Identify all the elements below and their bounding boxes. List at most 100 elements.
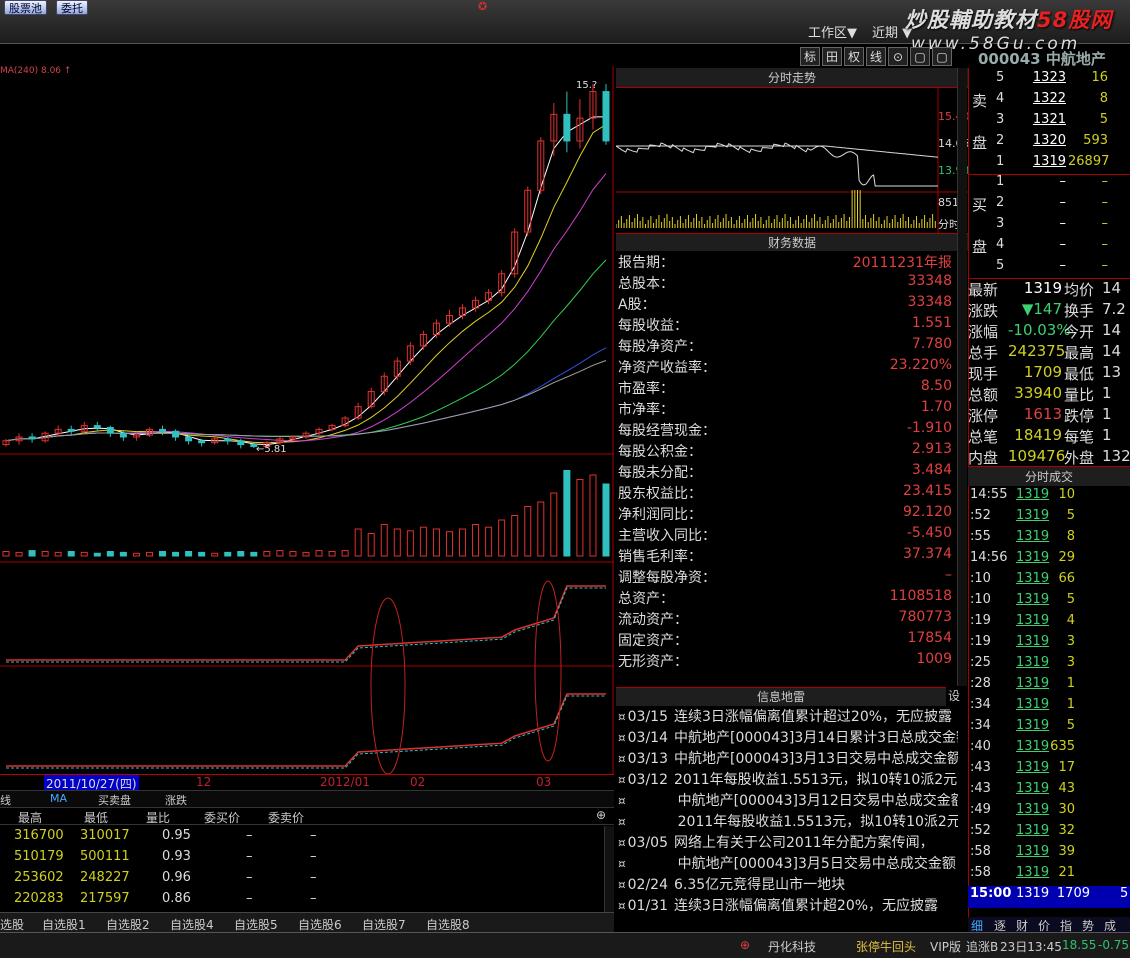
tab-orderbook[interactable]: 买卖盘	[98, 792, 131, 808]
trade-row[interactable]: :58 1319 21	[968, 865, 1130, 886]
col-bid: 委买价	[204, 811, 241, 825]
table-row[interactable]: 220283 217597 0.86 – –	[0, 891, 600, 912]
buy-level[interactable]: 4 – –	[968, 237, 1130, 258]
finance-label: 调整每股净资：	[618, 570, 716, 586]
tool-mark[interactable]: 标	[800, 47, 820, 66]
cell-ask: –	[310, 891, 317, 906]
finance-label: 固定资产：	[618, 633, 688, 649]
info-item[interactable]: ¤ 03/15 连续3日涨幅偏离值累计超过20%，无应披露	[618, 706, 958, 727]
quote-value: 7.2	[1102, 300, 1126, 318]
trade-row[interactable]: :43 1319 43	[968, 781, 1130, 802]
info-item[interactable]: ¤ 02/24 6.35亿元竞得昆山市一地块	[618, 874, 958, 895]
volume-bar	[563, 470, 571, 557]
tool-line[interactable]: 线	[866, 47, 886, 66]
quote-row: 总笔 18419 每笔 1	[968, 426, 1130, 447]
tool-grid[interactable]: 田	[822, 47, 842, 66]
table-row[interactable]: 510179 500111 0.93 – –	[0, 849, 600, 870]
trade-row[interactable]: :52 1319 32	[968, 823, 1130, 844]
trade-time: :55	[970, 529, 991, 544]
info-item[interactable]: ¤ 中航地产[000043]3月12日交易中总成交金额	[618, 790, 958, 811]
tool-window-a[interactable]: ▢	[910, 47, 930, 66]
finance-scrollbar[interactable]	[957, 68, 967, 686]
quote-value: 1	[1102, 426, 1112, 444]
info-item[interactable]: ¤ 03/13 中航地产[000043]3月13日交易中总成交金额	[618, 748, 958, 769]
tab-stock-picker[interactable]: 选股	[0, 916, 24, 933]
finance-value: 780773	[898, 609, 952, 625]
tool-window-b[interactable]: ▢	[932, 47, 952, 66]
buy-level[interactable]: 3 – –	[968, 216, 1130, 237]
tab-watchlist-7[interactable]: 自选股7	[362, 916, 406, 933]
table-row[interactable]: 253602 248227 0.96 – –	[0, 870, 600, 891]
buy-level[interactable]: 2 – –	[968, 195, 1130, 216]
trade-row[interactable]: :55 1319 8	[968, 529, 1130, 550]
info-item[interactable]: ¤ 03/12 2011年每股收益1.5513元，拟10转10派2元	[618, 769, 958, 790]
quote-value: 1319	[1023, 279, 1062, 297]
trade-row[interactable]: :34 1319 5	[968, 718, 1130, 739]
order-button[interactable]: 委托	[56, 0, 88, 15]
finance-row: 总股本： 33348	[618, 273, 952, 294]
trade-row[interactable]: :34 1319 1	[968, 697, 1130, 718]
trade-row[interactable]: :58 1319 39	[968, 844, 1130, 865]
tab-watchlist-5[interactable]: 自选股5	[234, 916, 278, 933]
status-vip: VIP版	[930, 940, 961, 954]
sell-level[interactable]: 1 1319 26897	[968, 154, 1130, 175]
info-date: 03/05	[627, 835, 668, 851]
quote-label: 涨停	[968, 407, 999, 425]
finance-value: 20111231年报	[852, 255, 952, 271]
trade-price: 1319	[1016, 634, 1050, 649]
tab-change[interactable]: 涨跌	[165, 792, 187, 808]
tab-line[interactable]: 线	[0, 792, 11, 808]
alert-icon[interactable]: ⊕	[740, 938, 750, 952]
kline-chart[interactable]: 15.? ←5.81	[0, 66, 614, 792]
trade-row[interactable]: :25 1319 3	[968, 655, 1130, 676]
sell-level[interactable]: 2 1320 593	[968, 133, 1130, 154]
cell-low: 310017	[80, 828, 130, 843]
trade-extra: 5	[1120, 886, 1129, 901]
workspace-dropdown[interactable]: 工作区▼	[808, 22, 857, 41]
trade-row[interactable]: :28 1319 1	[968, 676, 1130, 697]
trade-row[interactable]: :10 1319 5	[968, 592, 1130, 613]
info-item[interactable]: ¤ 03/14 中航地产[000043]3月14日累计3日总成交金额	[618, 727, 958, 748]
tool-rights[interactable]: 权	[844, 47, 864, 66]
finance-value: 3.484	[911, 462, 952, 478]
quote-value: 1328	[1102, 447, 1130, 465]
tab-watchlist-1[interactable]: 自选股1	[42, 916, 86, 933]
tab-watchlist-6[interactable]: 自选股6	[298, 916, 342, 933]
trade-row[interactable]: :19 1319 3	[968, 634, 1130, 655]
trade-row[interactable]: :49 1319 30	[968, 802, 1130, 823]
minute-chart[interactable]: 15.40 14.66 13.93 8517 分时	[616, 88, 968, 233]
status-mode: 追涨B	[966, 940, 999, 954]
trade-row[interactable]: :40 1319 635	[968, 739, 1130, 760]
info-date: 03/15	[627, 709, 668, 725]
trade-row[interactable]: :19 1319 4	[968, 613, 1130, 634]
sell-level[interactable]: 3 1321 5	[968, 112, 1130, 133]
info-item[interactable]: ¤ 2011年每股收益1.5513元，拟10转10派2元	[618, 811, 958, 832]
trade-row[interactable]: 14:55 1319 10	[968, 487, 1130, 508]
trade-row[interactable]: 14:56 1319 29	[968, 550, 1130, 571]
sell-level[interactable]: 5 1323 16	[968, 70, 1130, 91]
buy-level[interactable]: 5 – –	[968, 258, 1130, 279]
trade-row[interactable]: :10 1319 66	[968, 571, 1130, 592]
level-volume: 16	[1091, 70, 1108, 85]
cell-bid: –	[246, 870, 253, 885]
status-stock-name[interactable]: 丹化科技	[768, 938, 816, 955]
info-item[interactable]: ¤ 01/31 连续3日涨幅偏离值累计超20%，无应披露	[618, 895, 958, 916]
stock-pool-button[interactable]: 股票池	[4, 0, 47, 15]
tab-ma[interactable]: MA	[50, 792, 67, 805]
settings-icon[interactable]: ⊕	[596, 808, 606, 822]
info-item[interactable]: ¤ 03/05 网络上有关于公司2011年分配方案传闻，	[618, 832, 958, 853]
tab-watchlist-2[interactable]: 自选股2	[106, 916, 150, 933]
status-news[interactable]: 张停牛回头	[856, 938, 916, 955]
table-row[interactable]: 316700 310017 0.95 – –	[0, 828, 600, 849]
trade-row[interactable]: :43 1319 17	[968, 760, 1130, 781]
trade-row-last[interactable]: 15:00 1319 1709 5	[968, 886, 1130, 908]
tab-watchlist-8[interactable]: 自选股8	[426, 916, 470, 933]
trade-row[interactable]: :52 1319 5	[968, 508, 1130, 529]
tab-watchlist-4[interactable]: 自选股4	[170, 916, 214, 933]
tool-target[interactable]: ⊙	[888, 47, 908, 66]
info-item[interactable]: ¤ 中航地产[000043]3月5日交易中总成交金额	[618, 853, 958, 874]
sell-level[interactable]: 4 1322 8	[968, 91, 1130, 112]
info-settings-button[interactable]: 设	[948, 687, 960, 704]
buy-level[interactable]: 1 – –	[968, 174, 1130, 195]
axis-tick: 02	[410, 775, 426, 789]
